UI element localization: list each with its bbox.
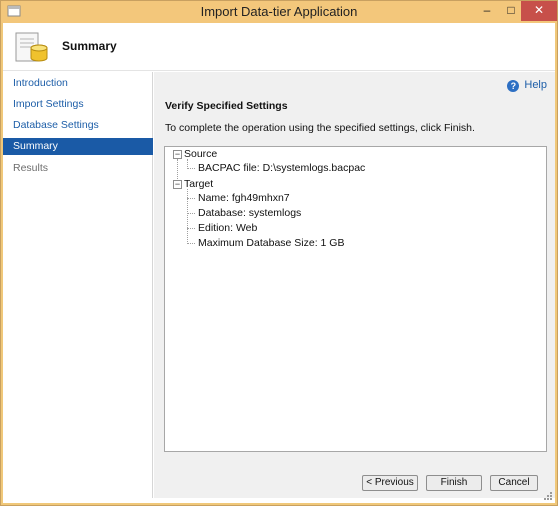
wizard-header: Summary [3, 23, 555, 71]
sidebar-item-import-settings[interactable]: Import Settings [3, 96, 153, 113]
sidebar-item-summary[interactable]: Summary [3, 138, 153, 155]
section-title: Verify Specified Settings [165, 100, 288, 112]
title-bar[interactable]: Import Data-tier Application – □ ✕ [1, 1, 557, 23]
import-wizard-window: Import Data-tier Application – □ ✕ Summa… [0, 0, 558, 506]
previous-button[interactable]: < Previous [362, 475, 418, 491]
tree-connector [187, 198, 195, 199]
tree-leaf-database[interactable]: Database: systemlogs [198, 207, 301, 220]
wizard-steps-sidebar: Introduction Import Settings Database Se… [3, 72, 153, 498]
tree-leaf-edition[interactable]: Edition: Web [198, 222, 257, 235]
page-title: Summary [62, 39, 117, 53]
help-link[interactable]: ? Help [507, 77, 547, 93]
source-collapse-toggle[interactable]: − [173, 150, 182, 159]
resize-grip-icon[interactable] [543, 491, 553, 501]
instructions-text: To complete the operation using the spec… [165, 122, 475, 134]
database-wizard-icon [15, 32, 48, 62]
finish-button[interactable]: Finish [426, 475, 482, 491]
summary-content-panel: ? Help Verify Specified Settings To compl… [154, 72, 555, 498]
tree-connector [187, 213, 195, 214]
sidebar-item-results: Results [13, 162, 49, 174]
tree-connector [187, 243, 195, 244]
tree-node-target[interactable]: Target [184, 178, 213, 191]
close-button[interactable]: ✕ [521, 1, 557, 21]
tree-leaf-name[interactable]: Name: fgh49mhxn7 [198, 192, 290, 205]
help-label: Help [524, 79, 547, 91]
sidebar-item-introduction[interactable]: Introduction [3, 75, 153, 92]
tree-leaf-bacpac-file[interactable]: BACPAC file: D:\systemlogs.bacpac [198, 162, 365, 175]
cancel-button[interactable]: Cancel [490, 475, 538, 491]
help-icon: ? [507, 80, 520, 92]
tree-node-source[interactable]: Source [184, 148, 217, 161]
settings-tree-view[interactable]: − Source BACPAC file: D:\systemlogs.bacp… [164, 146, 547, 452]
tree-connector [187, 228, 195, 229]
tree-connector [187, 168, 195, 169]
sidebar-item-database-settings[interactable]: Database Settings [3, 117, 153, 134]
tree-leaf-max-size[interactable]: Maximum Database Size: 1 GB [198, 237, 344, 250]
wizard-client-area: Summary Introduction Import Settings Dat… [3, 23, 555, 503]
minimize-button[interactable]: – [475, 1, 499, 21]
target-collapse-toggle[interactable]: − [173, 180, 182, 189]
maximize-button[interactable]: □ [499, 1, 523, 21]
window-title: Import Data-tier Application [200, 4, 358, 19]
